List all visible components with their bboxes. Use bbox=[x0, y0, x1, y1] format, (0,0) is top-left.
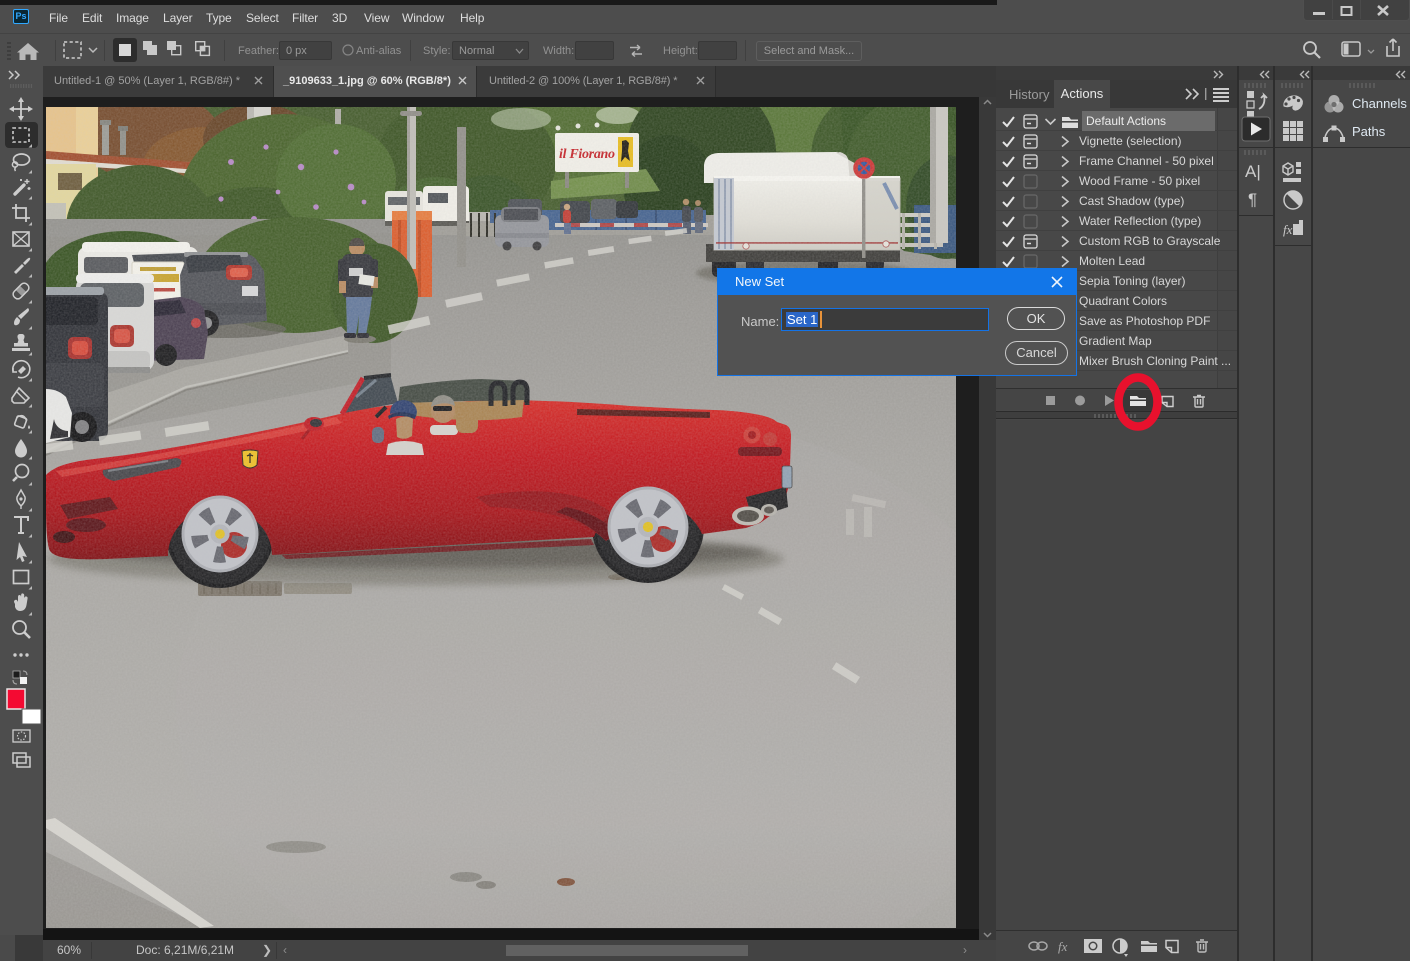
svg-text:fx: fx bbox=[1058, 939, 1068, 954]
svg-text:fx: fx bbox=[1283, 222, 1293, 237]
